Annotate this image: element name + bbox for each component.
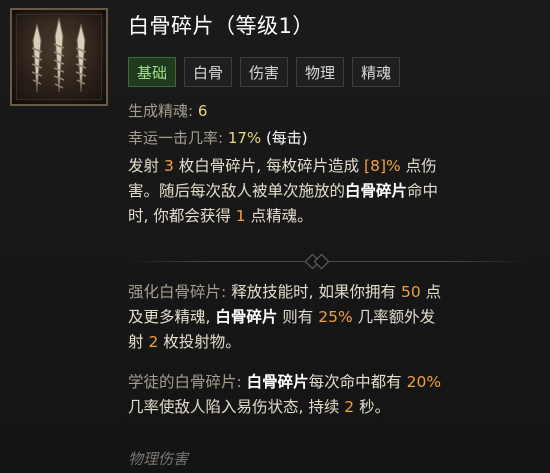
upgrade-label: 学徒的白骨碎片:: [128, 373, 247, 391]
text: 时, 你都会获得: [128, 207, 236, 225]
tag-damage: 伤害: [240, 57, 289, 87]
projectile-count-value: 2: [148, 333, 159, 351]
text: 点伤: [400, 157, 437, 175]
text: 每次命中都有: [308, 373, 407, 391]
essence-gain-value: 1: [235, 207, 246, 225]
enhanced-upgrade: 强化白骨碎片: 释放技能时, 如果你拥有 50 点 及更多精魂, 白骨碎片 则有…: [128, 280, 441, 355]
lucky-hit-value: 17%: [227, 129, 262, 147]
tag-bone: 白骨: [184, 57, 233, 87]
text: 几率使敌人陷入易伤状态, 持续: [128, 398, 345, 416]
duration-value: 2: [344, 398, 355, 416]
skill-title: 白骨碎片（等级1）: [128, 14, 314, 38]
text: 害。随后每次敌人被单次施放的: [128, 182, 346, 200]
text: 释放技能时, 如果你拥有: [231, 283, 401, 301]
skill-description: 发射 3 枚白骨碎片, 每枚碎片造成 [8]% 点伤 害。随后每次敌人被单次施放…: [128, 154, 438, 229]
acolyte-line: 几率使敌人陷入易伤状态, 持续 2 秒。: [128, 395, 441, 420]
upgrade-label: 强化白骨碎片:: [128, 283, 232, 301]
text: 射: [128, 333, 149, 351]
chance-value: 25%: [318, 308, 353, 326]
acolyte-upgrade: 学徒的白骨碎片: 白骨碎片每次命中都有 20% 几率使敌人陷入易伤状态, 持续 …: [128, 370, 441, 420]
skill-name-ref: 白骨碎片: [246, 373, 309, 391]
skill-name-ref: 白骨碎片: [345, 182, 408, 200]
enhanced-line: 射 2 枚投射物。: [128, 330, 441, 355]
skill-tooltip: 白骨碎片（等级1） 基础 白骨 伤害 物理 精魂 生成精魂: 6 幸运一击几率:…: [0, 0, 550, 473]
bone-splinters-icon: [10, 8, 108, 106]
tag-physical: 物理: [296, 57, 345, 87]
text: 命中: [407, 182, 439, 200]
essence-label: 生成精魂:: [128, 102, 198, 120]
description-line: 发射 3 枚白骨碎片, 每枚碎片造成 [8]% 点伤: [128, 154, 438, 179]
essence-stat: 生成精魂: 6: [128, 100, 207, 121]
lucky-hit-label: 幸运一击几率:: [128, 129, 228, 147]
lucky-hit-stat: 幸运一击几率: 17% (每击): [128, 127, 308, 148]
tag-list: 基础 白骨 伤害 物理 精魂: [128, 57, 401, 87]
acolyte-line: 学徒的白骨碎片: 白骨碎片每次命中都有 20%: [128, 370, 441, 395]
damage-type-label: 物理伤害: [128, 450, 189, 468]
text: 则有: [277, 308, 319, 326]
text: 枚白骨碎片, 每枚碎片造成: [173, 157, 365, 175]
text: 秒。: [354, 398, 391, 416]
count-value: 3: [163, 157, 174, 175]
description-line: 时, 你都会获得 1 点精魂。: [128, 204, 438, 229]
tag-essence: 精魂: [352, 57, 401, 87]
text: 及更多精魂,: [128, 308, 216, 326]
skill-name-ref: 白骨碎片: [215, 308, 278, 326]
text: 发射: [128, 157, 164, 175]
chance-value: 20%: [406, 373, 442, 391]
text: 点: [420, 283, 442, 301]
tag-basic: 基础: [128, 57, 177, 87]
enhanced-line: 及更多精魂, 白骨碎片 则有 25% 几率额外发: [128, 305, 441, 330]
description-line: 害。随后每次敌人被单次施放的白骨碎片命中: [128, 179, 438, 204]
enhanced-line: 强化白骨碎片: 释放技能时, 如果你拥有 50 点: [128, 280, 441, 305]
text: 枚投射物。: [158, 333, 241, 351]
damage-value: [8]%: [364, 157, 401, 175]
divider-ornament: [313, 253, 330, 270]
essence-value: 6: [197, 102, 208, 120]
lucky-hit-suffix: (每击): [261, 129, 308, 147]
essence-threshold-value: 50: [400, 283, 421, 301]
text: 点精魂。: [245, 207, 313, 225]
text: 几率额外发: [352, 308, 436, 326]
